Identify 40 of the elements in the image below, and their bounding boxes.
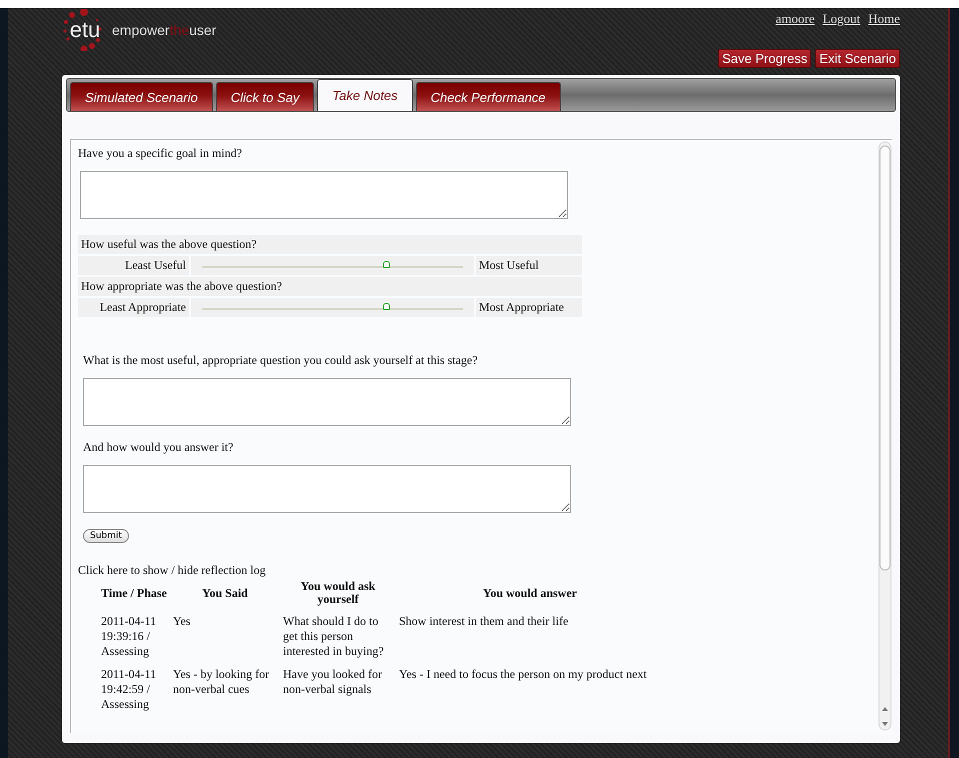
column-header: Time / Phase: [100, 584, 168, 602]
slider-min-label: Least Appropriate: [78, 298, 191, 317]
table-cell-text: Yes - by looking for non-verbal cues: [172, 667, 270, 698]
tab[interactable]: Check Performance: [416, 82, 561, 111]
question-label: And how would you answer it?: [82, 440, 234, 455]
slider-thumb[interactable]: [383, 303, 390, 310]
tab[interactable]: Click to Say: [216, 82, 314, 111]
slider-max-label: Most Appropriate: [474, 298, 582, 317]
header-button[interactable]: Exit Scenario: [815, 49, 900, 68]
table-cell-text: What should I do to get this person interested in buying?: [282, 614, 385, 660]
column-header: You Said: [201, 584, 249, 602]
header-button[interactable]: Save Progress: [718, 49, 812, 68]
table-cell-text: Yes - I need to focus the person on my product next: [398, 667, 648, 684]
slider-thumb[interactable]: [383, 261, 390, 268]
submit-button[interactable]: Submit: [83, 529, 129, 543]
answer-field[interactable]: [83, 465, 571, 513]
logo-mark: etu: [62, 9, 108, 51]
table-cell-text: 2011-04-11 19:39:16 / Assessing: [100, 614, 158, 660]
table-cell-text: Have you looked for non-verbal signals: [282, 667, 383, 698]
column-header: You would answer: [482, 584, 578, 602]
column-header: You would ask yourself: [300, 580, 376, 608]
scrollbar[interactable]: [878, 140, 892, 733]
question-label: Have you a specific goal in mind?: [78, 146, 243, 161]
goal-field[interactable]: [80, 171, 568, 219]
logo-wordmark: empowertheuser: [112, 22, 216, 38]
tab[interactable]: Take Notes: [317, 79, 413, 111]
log-toggle-link[interactable]: Click here to show / hide reflection log: [78, 563, 266, 578]
rating-question: How appropriate was the above question?: [78, 277, 582, 296]
question-field[interactable]: [83, 378, 571, 426]
table-cell-text: Show interest in them and their life: [398, 614, 570, 630]
table-cell-text: Yes: [172, 614, 192, 630]
table-cell-text: 2011-04-11 19:42:59 / Assessing: [100, 667, 158, 714]
question-label: What is the most useful, appropriate question you could ask yourself at this stage?: [82, 353, 479, 368]
header-link[interactable]: Home: [868, 11, 900, 27]
header-link[interactable]: Logout: [822, 11, 860, 27]
slider-max-label: Most Useful: [474, 256, 582, 275]
rating-question: How useful was the above question?: [78, 235, 582, 254]
header-link[interactable]: amoore: [776, 11, 815, 27]
tab[interactable]: Simulated Scenario: [70, 82, 213, 111]
slider-min-label: Least Useful: [78, 256, 191, 275]
